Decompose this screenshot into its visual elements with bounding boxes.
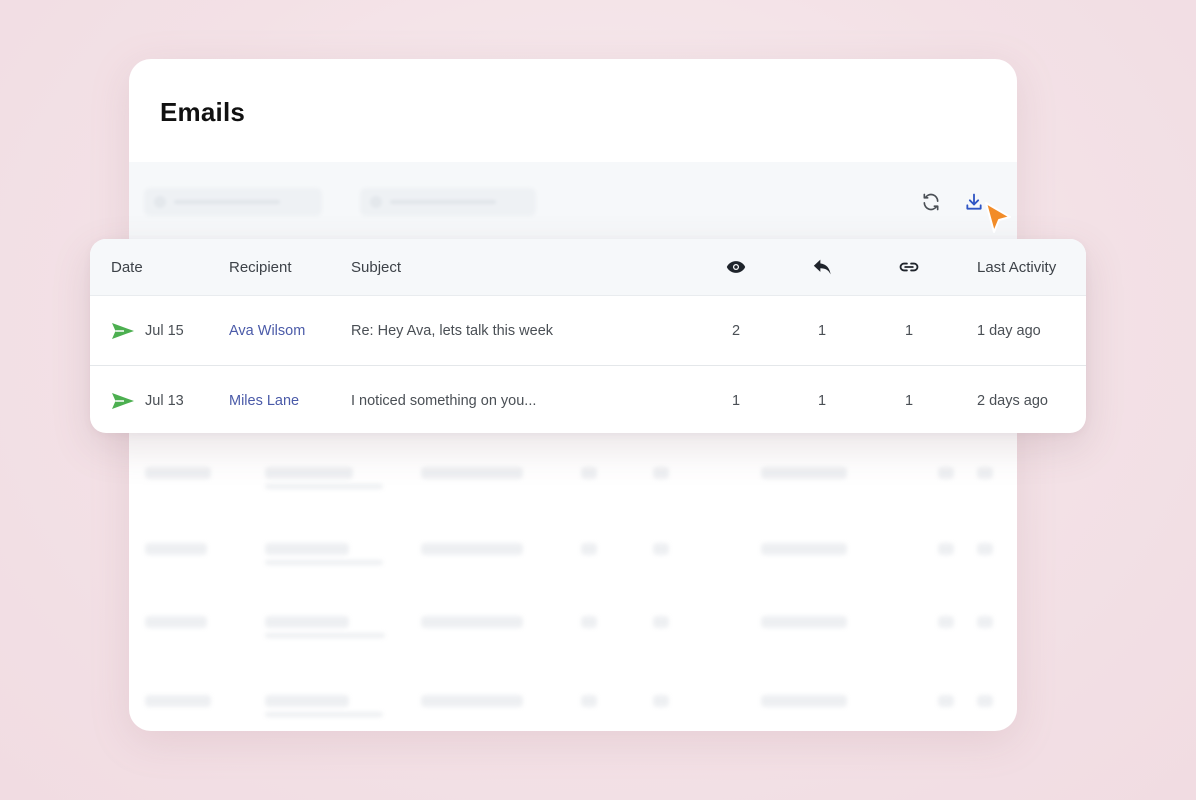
placeholder-cell bbox=[145, 616, 207, 628]
placeholder-cell bbox=[938, 467, 954, 479]
toolbar bbox=[129, 162, 1017, 240]
placeholder-cell bbox=[265, 633, 385, 638]
refresh-button[interactable] bbox=[919, 190, 943, 214]
placeholder-cell bbox=[977, 467, 993, 479]
column-header-subject[interactable]: Subject bbox=[351, 239, 401, 295]
recipient-link[interactable]: Miles Lane bbox=[229, 393, 299, 409]
sent-icon bbox=[112, 392, 134, 409]
filter-placeholder bbox=[360, 188, 536, 216]
placeholder-cell bbox=[265, 484, 383, 489]
filter-placeholder-dot bbox=[154, 196, 166, 208]
date-text: Jul 15 bbox=[145, 322, 184, 339]
page-title: Emails bbox=[160, 97, 246, 127]
placeholder-cell bbox=[977, 616, 993, 628]
sent-icon bbox=[112, 322, 134, 339]
placeholder-cell bbox=[653, 467, 669, 479]
placeholder-cell bbox=[938, 543, 954, 555]
filter-placeholder-line bbox=[174, 200, 280, 204]
download-icon bbox=[966, 193, 982, 210]
opens-count: 2 bbox=[731, 322, 741, 339]
placeholder-cell bbox=[265, 560, 383, 565]
placeholder-cell bbox=[581, 695, 597, 707]
placeholder-cell bbox=[421, 543, 523, 555]
column-header-last-activity[interactable]: Last Activity bbox=[977, 239, 1056, 295]
placeholder-cell bbox=[761, 467, 847, 479]
recipient-link[interactable]: Ava Wilsom bbox=[229, 323, 305, 339]
column-header-clicks[interactable] bbox=[889, 239, 929, 295]
placeholder-cell bbox=[653, 695, 669, 707]
placeholder-cell bbox=[421, 695, 523, 707]
replies-count: 1 bbox=[817, 392, 827, 409]
recipient-cell: Ava Wilsom bbox=[229, 296, 305, 365]
emails-table: Date Recipient Subject Last Activity Jul… bbox=[90, 239, 1086, 433]
filter-placeholder-line bbox=[390, 200, 496, 204]
column-header-opens[interactable] bbox=[716, 239, 756, 295]
placeholder-cell bbox=[421, 467, 523, 479]
subject-cell: I noticed something on you... bbox=[351, 392, 537, 409]
placeholder-cell bbox=[581, 616, 597, 628]
clicks-count: 1 bbox=[904, 392, 914, 409]
placeholder-cell bbox=[145, 467, 211, 479]
placeholder-cell bbox=[653, 616, 669, 628]
recipient-cell: Miles Lane bbox=[229, 366, 299, 433]
placeholder-row bbox=[129, 467, 1017, 497]
placeholder-row bbox=[129, 695, 1017, 725]
placeholder-cell bbox=[938, 616, 954, 628]
placeholder-row bbox=[129, 616, 1017, 646]
placeholder-row bbox=[129, 543, 1017, 573]
date-text: Jul 13 bbox=[145, 392, 184, 409]
placeholder-cell bbox=[581, 543, 597, 555]
subject-cell: Re: Hey Ava, lets talk this week bbox=[351, 322, 554, 339]
link-icon bbox=[899, 262, 919, 272]
filter-placeholder-dot bbox=[370, 196, 382, 208]
placeholder-cell bbox=[761, 695, 847, 707]
placeholder-cell bbox=[265, 695, 349, 707]
date-cell: Jul 15 bbox=[111, 296, 184, 365]
placeholder-cell bbox=[265, 712, 383, 717]
eye-icon bbox=[726, 261, 746, 273]
placeholder-cell bbox=[265, 616, 349, 628]
opens-count: 1 bbox=[731, 392, 741, 409]
column-header-replies[interactable] bbox=[802, 239, 842, 295]
placeholder-cell bbox=[977, 695, 993, 707]
last-activity-cell: 2 days ago bbox=[977, 392, 1048, 409]
table-header: Date Recipient Subject Last Activity bbox=[90, 239, 1086, 296]
reply-icon bbox=[813, 259, 831, 275]
table-row[interactable]: Jul 15 Ava Wilsom Re: Hey Ava, lets talk… bbox=[90, 296, 1086, 365]
date-cell: Jul 13 bbox=[111, 366, 184, 433]
last-activity-cell: 1 day ago bbox=[977, 322, 1041, 339]
column-header-date[interactable]: Date bbox=[111, 239, 143, 295]
placeholder-cell bbox=[421, 616, 523, 628]
cursor-pointer-icon bbox=[985, 202, 1011, 233]
placeholder-cell bbox=[145, 695, 211, 707]
replies-count: 1 bbox=[817, 322, 827, 339]
placeholder-cell bbox=[265, 543, 349, 555]
placeholder-cell bbox=[581, 467, 597, 479]
table-row[interactable]: Jul 13 Miles Lane I noticed something on… bbox=[90, 365, 1086, 433]
placeholder-cell bbox=[977, 543, 993, 555]
refresh-icon bbox=[923, 193, 939, 211]
placeholder-cell bbox=[653, 543, 669, 555]
placeholder-cell bbox=[265, 467, 353, 479]
placeholder-cell bbox=[145, 543, 207, 555]
placeholder-cell bbox=[938, 695, 954, 707]
placeholder-cell bbox=[761, 543, 847, 555]
column-header-recipient[interactable]: Recipient bbox=[229, 239, 292, 295]
clicks-count: 1 bbox=[904, 322, 914, 339]
filter-placeholder bbox=[144, 188, 322, 216]
download-button[interactable] bbox=[962, 190, 986, 214]
placeholder-cell bbox=[761, 616, 847, 628]
